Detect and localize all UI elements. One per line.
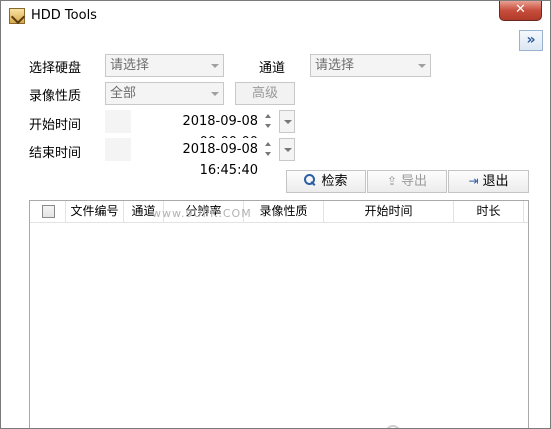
disk-select-value: 请选择 bbox=[110, 58, 150, 73]
expand-panel-button[interactable]: » bbox=[519, 30, 543, 51]
results-table[interactable]: 文件编号 通道 分辨率 录像性质 开始时间 时长 文 www.9UPK.COM bbox=[29, 200, 529, 428]
column-header-record-type[interactable]: 录像性质 bbox=[244, 201, 324, 223]
exit-button-label: 退出 bbox=[482, 174, 509, 189]
exit-button[interactable]: ⇥ 退出 bbox=[448, 170, 529, 193]
channel-label: 通道 bbox=[259, 61, 286, 76]
spin-up-icon bbox=[265, 142, 271, 146]
watermark-text: www.9UPK.COM bbox=[152, 207, 252, 220]
start-time-input[interactable]: 2018-09-08 00:00:00 bbox=[131, 110, 262, 150]
spin-down-icon bbox=[265, 124, 271, 128]
start-time-dropdown[interactable] bbox=[279, 110, 295, 133]
advanced-button[interactable]: 高级 bbox=[235, 82, 295, 105]
column-header-start-time[interactable]: 开始时间 bbox=[324, 201, 454, 223]
channel-select[interactable]: 请选择 bbox=[310, 54, 431, 77]
end-time-label: 结束时间 bbox=[29, 146, 82, 161]
search-icon bbox=[304, 174, 316, 186]
search-button-label: 检索 bbox=[321, 174, 348, 189]
title-bar: HDD Tools ✕ bbox=[1, 1, 550, 30]
export-icon: ⇪ bbox=[386, 174, 398, 188]
chevron-down-icon bbox=[284, 120, 292, 124]
channel-select-value: 请选择 bbox=[315, 58, 355, 73]
export-button-label: 导出 bbox=[401, 174, 428, 189]
column-header-file-no[interactable]: 文件编号 bbox=[66, 201, 124, 223]
chevron-down-icon bbox=[418, 64, 426, 68]
search-button[interactable]: 检索 bbox=[286, 170, 366, 193]
export-button[interactable]: ⇪ 导出 bbox=[367, 170, 447, 193]
end-time-spinner[interactable] bbox=[262, 138, 274, 161]
spin-down-icon bbox=[265, 152, 271, 156]
window-title: HDD Tools bbox=[31, 8, 97, 23]
table-header: 文件编号 通道 分辨率 录像性质 开始时间 时长 文 www.9UPK.COM bbox=[30, 201, 528, 223]
end-time-input[interactable]: 2018-09-08 16:45:40 bbox=[131, 138, 262, 178]
start-time-field-bg bbox=[105, 110, 131, 133]
column-header-file[interactable]: 文 bbox=[524, 201, 528, 223]
end-time-dropdown[interactable] bbox=[279, 138, 295, 161]
chevron-down-icon bbox=[211, 92, 219, 96]
hdd-tools-window: HDD Tools ✕ » 选择硬盘 请选择 通道 请选择 录像性质 全部 高级… bbox=[0, 0, 551, 429]
disk-label: 选择硬盘 bbox=[29, 61, 82, 76]
spin-up-icon bbox=[265, 114, 271, 118]
end-time-field-bg bbox=[105, 138, 131, 161]
record-type-label: 录像性质 bbox=[29, 89, 82, 104]
chevron-down-icon bbox=[211, 64, 219, 68]
chevron-down-icon bbox=[284, 148, 292, 152]
record-type-select-value: 全部 bbox=[110, 86, 137, 101]
disk-select[interactable]: 请选择 bbox=[105, 54, 224, 77]
app-icon bbox=[9, 8, 25, 24]
exit-icon: ⇥ bbox=[468, 174, 479, 188]
column-header-duration[interactable]: 时长 bbox=[454, 201, 524, 223]
record-type-select[interactable]: 全部 bbox=[105, 82, 224, 105]
close-button[interactable]: ✕ bbox=[499, 1, 542, 21]
select-all-column bbox=[30, 201, 66, 223]
start-time-label: 开始时间 bbox=[29, 118, 82, 133]
start-time-spinner[interactable] bbox=[262, 110, 274, 133]
select-all-checkbox[interactable] bbox=[42, 205, 55, 218]
